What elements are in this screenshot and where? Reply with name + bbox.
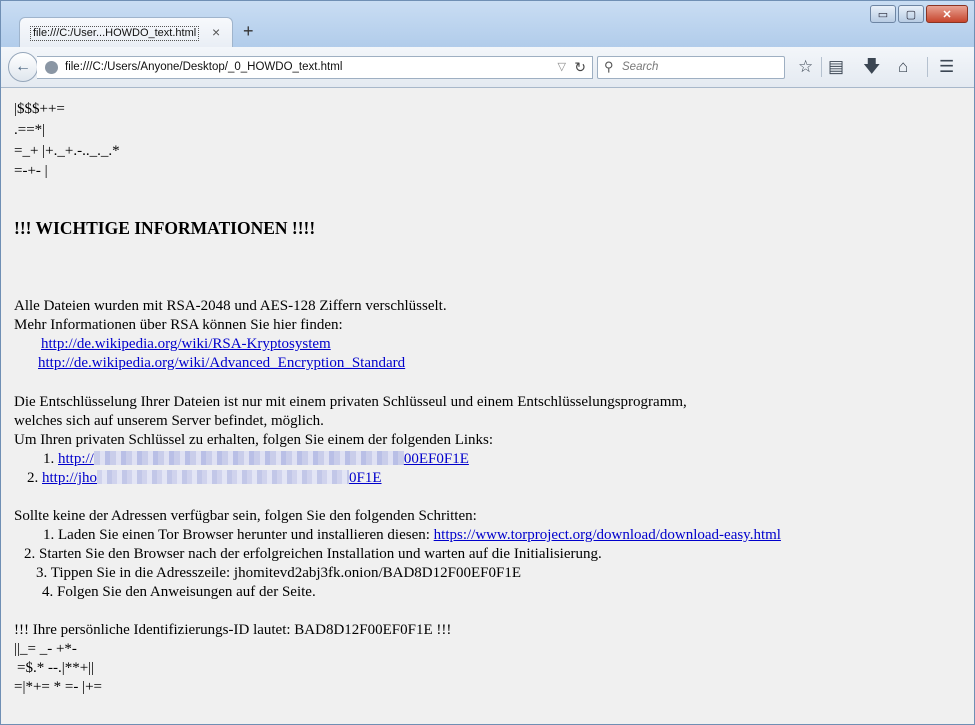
- downloads-icon[interactable]: 🡇: [863, 57, 880, 77]
- list-number: 1.: [43, 451, 55, 467]
- info-text: Mehr Informationen über RSA können Sie h…: [14, 317, 343, 333]
- aes-wiki-link[interactable]: http://de.wikipedia.org/wiki/Advanced_En…: [38, 355, 405, 371]
- ascii-art-line: ||_= _- +*-: [14, 641, 77, 657]
- ascii-art-line: =_+ |+._+.-.._._.*: [14, 143, 120, 159]
- maximize-button[interactable]: ▢: [898, 5, 924, 23]
- reload-icon[interactable]: ↻: [574, 59, 586, 76]
- back-arrow-icon: ←: [15, 58, 31, 75]
- tab-title: file:///C:/User...HOWDO_text.html: [30, 26, 200, 41]
- globe-icon: [45, 61, 58, 74]
- redacted-url: [93, 451, 404, 465]
- new-tab-icon[interactable]: +: [243, 21, 254, 41]
- redacted-url: [97, 470, 350, 484]
- menu-icon[interactable]: ☰: [939, 57, 954, 77]
- tor-download-link[interactable]: https://www.torproject.org/download/down…: [434, 527, 781, 543]
- ascii-art-line: |$$$++=: [14, 101, 65, 117]
- info-text: Um Ihren privaten Schlüssel zu erhalten,…: [14, 432, 494, 448]
- link-end: 0F1E: [349, 470, 382, 486]
- list-item: 1. http:// 00EF0F1E: [43, 450, 469, 469]
- list-number: 2.: [27, 470, 39, 486]
- info-text: welches sich auf unserem Server befindet…: [14, 413, 324, 429]
- link-end: 00EF0F1E: [403, 451, 469, 467]
- step-text: 3. Tippen Sie in die Adresszeile: jhomit…: [36, 565, 521, 581]
- tab-close-icon[interactable]: ×: [212, 24, 220, 40]
- url-text: file:///C:/Users/Anyone/Desktop/_0_HOWDO…: [65, 61, 343, 73]
- rsa-wiki-link[interactable]: http://de.wikipedia.org/wiki/RSA-Kryptos…: [41, 336, 331, 352]
- navigation-toolbar: ← file:///C:/Users/Anyone/Desktop/_0_HOW…: [1, 47, 974, 88]
- decrypt-link-2[interactable]: http://jho 0F1E: [42, 470, 382, 486]
- ascii-art-line: =-+- |: [14, 163, 48, 179]
- title-bar: file:///C:/User...HOWDO_text.html × + ▭ …: [1, 1, 974, 47]
- url-bar[interactable]: file:///C:/Users/Anyone/Desktop/_0_HOWDO…: [37, 56, 593, 79]
- link-start: http://jho: [42, 470, 98, 486]
- search-icon: ⚲: [604, 59, 614, 74]
- back-button[interactable]: ←: [8, 52, 38, 82]
- toolbar-separator: [927, 57, 928, 77]
- link-start: http://: [58, 451, 94, 467]
- info-text: Die Entschlüsselung Ihrer Dateien ist nu…: [14, 394, 687, 410]
- close-button[interactable]: ✕: [926, 5, 968, 23]
- step-text: 2. Starten Sie den Browser nach der erfo…: [24, 546, 602, 562]
- ascii-art-line: =|*+= * =- |+=: [14, 679, 103, 695]
- browser-window: file:///C:/User...HOWDO_text.html × + ▭ …: [0, 0, 975, 725]
- minimize-button[interactable]: ▭: [870, 5, 896, 23]
- id-text: !!! Ihre persönliche Identifizierungs-ID…: [14, 622, 452, 638]
- history-dropdown-icon[interactable]: ▽: [558, 60, 566, 73]
- list-item: 2. http://jho 0F1E: [27, 469, 382, 488]
- tab-howdo[interactable]: file:///C:/User...HOWDO_text.html ×: [19, 17, 233, 47]
- step-text: 1. Laden Sie einen Tor Browser herunter …: [43, 527, 430, 543]
- ascii-art-line: .==*|: [14, 122, 46, 138]
- list-item: 1. Laden Sie einen Tor Browser herunter …: [43, 526, 781, 545]
- ascii-art-line: =$.* --.|**+||: [17, 660, 95, 676]
- bookmarks-menu-icon[interactable]: ▤: [828, 57, 844, 77]
- page-content: |$$$++= .==*| =_+ |+._+.-.._._.* =-+- | …: [1, 88, 974, 724]
- home-icon[interactable]: ⌂: [898, 57, 908, 77]
- bookmark-star-icon[interactable]: ☆: [798, 57, 813, 77]
- step-text: 4. Folgen Sie den Anweisungen auf der Se…: [42, 584, 316, 600]
- search-bar[interactable]: ⚲ Search: [597, 56, 785, 79]
- decrypt-link-1[interactable]: http:// 00EF0F1E: [58, 451, 469, 467]
- info-text: Sollte keine der Adressen verfügbar sein…: [14, 508, 477, 524]
- info-text: Alle Dateien wurden mit RSA-2048 und AES…: [14, 298, 447, 314]
- toolbar-separator: [821, 57, 822, 77]
- page-heading: !!! WICHTIGE INFORMATIONEN !!!!: [14, 218, 316, 238]
- window-controls: ▭ ▢ ✕: [870, 5, 968, 23]
- search-input[interactable]: Search: [622, 61, 658, 73]
